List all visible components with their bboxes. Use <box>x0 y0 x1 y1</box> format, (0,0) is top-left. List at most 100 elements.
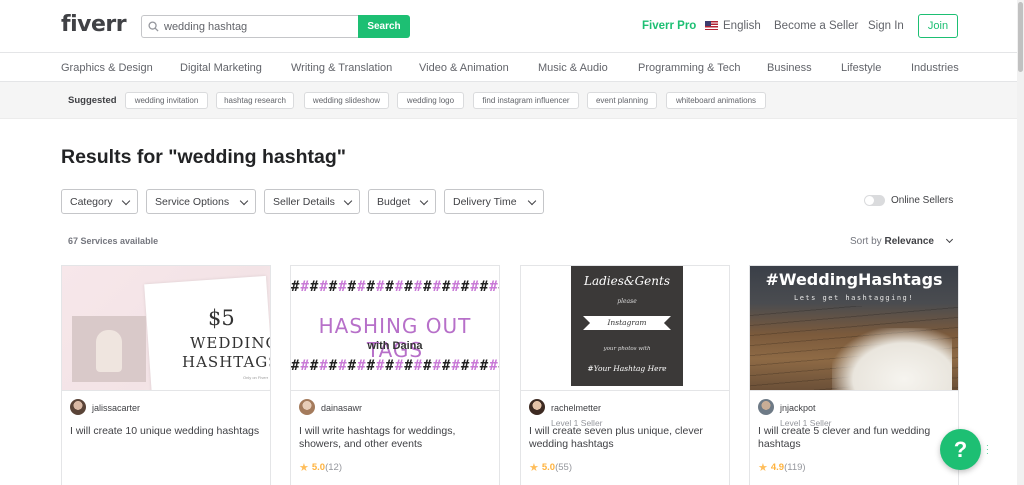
filter-label: Budget <box>377 195 411 208</box>
avatar[interactable] <box>299 399 315 415</box>
filter-label: Seller Details <box>273 195 335 208</box>
online-sellers-label: Online Sellers <box>891 195 954 206</box>
gig-title[interactable]: I will write hashtags for weddings, show… <box>299 425 489 451</box>
gig-card[interactable]: #WeddingHashtags Lets get hashtagging! j… <box>749 265 959 485</box>
category-nav: Graphics & Design Digital Marketing Writ… <box>0 54 1024 82</box>
category-music-audio[interactable]: Music & Audio <box>538 62 608 74</box>
top-header: fiverr Search Fiverr Pro English Become … <box>0 0 1024 53</box>
rating-count: (12) <box>325 462 342 473</box>
hash-pattern-row: ####################### <box>291 358 499 374</box>
seller-info: jnjackpot Level 1 Seller <box>758 398 832 428</box>
scrollbar-thumb[interactable] <box>1018 2 1023 72</box>
sort-label: Sort by <box>850 236 882 247</box>
avatar[interactable] <box>70 399 86 415</box>
rating-count: (55) <box>555 462 572 473</box>
category-programming-tech[interactable]: Programming & Tech <box>638 62 741 74</box>
sort-value: Relevance <box>884 236 934 247</box>
chalkboard-sign-graphic: Ladies&Gents please Instagram your photo… <box>571 266 683 386</box>
hash-pattern-row: ####################### <box>291 279 499 295</box>
suggested-chip[interactable]: wedding invitation <box>125 92 208 109</box>
suggested-bar: Suggested wedding invitation hashtag res… <box>0 82 1024 119</box>
star-icon: ★ <box>529 462 539 474</box>
rating-score: 4.9 <box>770 462 785 473</box>
avatar[interactable] <box>529 399 545 415</box>
suggested-chip[interactable]: wedding logo <box>397 92 464 109</box>
dress-graphic <box>832 328 952 390</box>
filter-service-options[interactable]: Service Options <box>146 189 256 214</box>
fiverr-logo[interactable]: fiverr <box>61 12 127 37</box>
chevron-down-icon <box>419 196 429 206</box>
rating: ★ 4.9 (119) <box>758 461 806 474</box>
chevron-down-icon <box>527 196 537 206</box>
seller-name[interactable]: dainasawr <box>321 403 362 413</box>
bride-photo-graphic <box>72 316 146 382</box>
avatar[interactable] <box>758 399 774 415</box>
suggested-label: Suggested <box>68 95 117 106</box>
chevron-down-icon <box>121 196 131 206</box>
seller-name[interactable]: rachelmetter <box>551 403 601 413</box>
rating-score: 5.0 <box>311 462 326 473</box>
thumb-small-text: Only on Fiverr <box>243 375 269 380</box>
gig-title[interactable]: I will create 5 clever and fun wedding h… <box>758 425 948 451</box>
category-video-animation[interactable]: Video & Animation <box>419 62 509 74</box>
filter-seller-details[interactable]: Seller Details <box>264 189 360 214</box>
seller-name[interactable]: jalissacarter <box>92 403 140 413</box>
rating-count: (119) <box>784 462 806 473</box>
thumb-small-text: your photos with <box>603 346 651 352</box>
filter-budget[interactable]: Budget <box>368 189 436 214</box>
category-business[interactable]: Business <box>767 62 812 74</box>
gig-card[interactable]: $5 WEDDING HASHTAGS Only on Fiverr jalis… <box>61 265 271 485</box>
gig-card[interactable]: Ladies&Gents please Instagram your photo… <box>520 265 730 485</box>
category-lifestyle[interactable]: Lifestyle <box>841 62 881 74</box>
gig-thumbnail[interactable]: ####################### HASHING OUT TAGS… <box>291 266 499 391</box>
rating: ★ 5.0 (12) <box>299 461 342 474</box>
seller-info: rachelmetter Level 1 Seller <box>529 398 603 428</box>
star-icon: ★ <box>758 462 768 474</box>
thumb-ribbon-text: Instagram <box>607 318 647 327</box>
scrollbar[interactable] <box>1017 0 1024 485</box>
services-count: 67 Services available <box>68 236 159 246</box>
suggested-chip[interactable]: hashtag research <box>216 92 294 109</box>
sort-dropdown[interactable]: Sort by Relevance <box>850 236 934 247</box>
category-industries[interactable]: Industries <box>911 62 959 74</box>
online-sellers-toggle[interactable] <box>864 195 885 206</box>
thumb-line: WEDDING <box>190 334 270 352</box>
seller-name[interactable]: jnjackpot <box>780 403 816 413</box>
suggested-chip[interactable]: wedding slideshow <box>304 92 389 109</box>
thumb-title: Ladies&Gents <box>584 274 670 288</box>
gig-thumbnail[interactable]: #WeddingHashtags Lets get hashtagging! <box>750 266 958 391</box>
chevron-down-icon <box>343 196 353 206</box>
help-button[interactable]: ? <box>940 429 981 470</box>
search-input[interactable] <box>164 20 344 33</box>
language-selector[interactable]: English <box>723 20 761 32</box>
search-box[interactable] <box>141 15 358 38</box>
thumb-small-text: please <box>617 298 637 305</box>
more-options-icon[interactable]: · · · <box>986 442 989 458</box>
suggested-chip[interactable]: find instagram influencer <box>473 92 579 109</box>
sign-in-link[interactable]: Sign In <box>868 20 904 32</box>
gig-thumbnail[interactable]: $5 WEDDING HASHTAGS Only on Fiverr <box>62 266 270 391</box>
gig-title[interactable]: I will create seven plus unique, clever … <box>529 425 719 451</box>
filter-category[interactable]: Category <box>61 189 138 214</box>
filter-label: Delivery Time <box>453 195 517 208</box>
filter-label: Category <box>70 195 113 208</box>
suggested-chip[interactable]: event planning <box>587 92 657 109</box>
suggested-chip[interactable]: whiteboard animations <box>666 92 766 109</box>
category-graphics-design[interactable]: Graphics & Design <box>61 62 153 74</box>
search-button[interactable]: Search <box>358 15 410 38</box>
chevron-down-icon <box>945 235 954 244</box>
category-digital-marketing[interactable]: Digital Marketing <box>180 62 262 74</box>
become-seller-link[interactable]: Become a Seller <box>774 20 858 32</box>
us-flag-icon <box>705 21 718 30</box>
filter-delivery-time[interactable]: Delivery Time <box>444 189 544 214</box>
gig-title[interactable]: I will create 10 unique wedding hashtags <box>70 425 260 438</box>
thumb-hashtag-text: #Your Hashtag Here <box>587 364 667 373</box>
category-writing-translation[interactable]: Writing & Translation <box>291 62 392 74</box>
thumb-main-text: HASHING OUT TAGS <box>318 314 472 362</box>
fiverr-pro-link[interactable]: Fiverr Pro <box>642 20 696 32</box>
seller-info: jalissacarter <box>70 398 140 416</box>
join-button[interactable]: Join <box>918 14 958 38</box>
gig-card[interactable]: ####################### HASHING OUT TAGS… <box>290 265 500 485</box>
thumb-price: $5 <box>208 306 235 330</box>
gig-thumbnail[interactable]: Ladies&Gents please Instagram your photo… <box>521 266 729 391</box>
